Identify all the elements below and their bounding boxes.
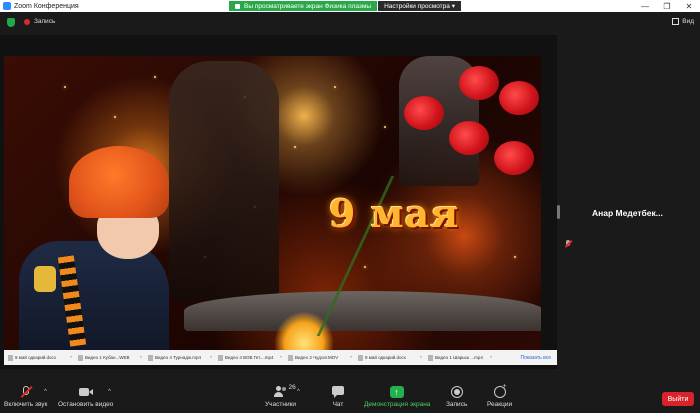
spark bbox=[64, 86, 66, 88]
stop-video-button[interactable]: Остановить видео bbox=[58, 386, 113, 408]
camera-icon bbox=[78, 386, 93, 398]
video-options-chevron-icon[interactable]: ^ bbox=[108, 389, 111, 395]
grid-view-icon bbox=[672, 18, 680, 25]
meeting-toolbar: Включить звук ^ Остановить видео ^ 26 Уч… bbox=[0, 383, 700, 413]
chat-icon bbox=[331, 386, 345, 398]
jacket-badge bbox=[34, 266, 56, 292]
file-icon bbox=[288, 354, 293, 361]
security-shield-icon[interactable] bbox=[7, 18, 15, 27]
spark bbox=[114, 116, 116, 118]
share-screen-icon bbox=[235, 3, 240, 9]
view-options-button[interactable]: Настройки просмотра ▾ bbox=[378, 1, 461, 11]
share-screen-label: Демонстрация экрана bbox=[364, 401, 431, 408]
carnation bbox=[449, 121, 489, 155]
audio-options-chevron-icon[interactable]: ^ bbox=[44, 389, 47, 395]
participant-muted-icon bbox=[564, 240, 573, 248]
maximize-button[interactable]: ❐ bbox=[656, 2, 678, 11]
show-all-downloads-link[interactable]: Показать все bbox=[520, 355, 551, 361]
view-label: Вид bbox=[682, 18, 694, 25]
minimize-button[interactable]: — bbox=[634, 2, 656, 11]
share-screen-icon: ↑ bbox=[390, 386, 405, 398]
close-button[interactable]: ✕ bbox=[678, 2, 700, 11]
record-icon bbox=[450, 386, 464, 398]
reactions-icon: + bbox=[493, 383, 507, 398]
file-icon bbox=[148, 354, 153, 361]
recording-label: Запись bbox=[34, 18, 56, 25]
download-item[interactable]: Видео 2 Чудсиг.MOV ^ bbox=[288, 353, 352, 362]
reactions-label: Реакции bbox=[487, 401, 513, 408]
orange-hat bbox=[69, 146, 169, 218]
carnation bbox=[499, 81, 539, 115]
spark bbox=[384, 126, 386, 128]
download-item[interactable]: Видео 1 Кубан...WEB ^ bbox=[78, 353, 142, 362]
carnation bbox=[494, 141, 534, 175]
slide-headline: 9 мая bbox=[329, 191, 460, 236]
spark bbox=[334, 86, 336, 88]
file-icon bbox=[428, 354, 433, 361]
child-figure bbox=[19, 146, 169, 350]
unmute-button[interactable]: Включить звук bbox=[4, 385, 48, 408]
leave-meeting-button[interactable]: Выйти bbox=[662, 392, 694, 406]
spark bbox=[294, 146, 296, 148]
spark bbox=[154, 76, 156, 78]
file-icon bbox=[78, 354, 83, 361]
child-jacket bbox=[19, 241, 169, 350]
download-item[interactable]: 9 май одкарий.docx ^ bbox=[358, 353, 422, 362]
download-item[interactable]: Видео 1 Шарыш ...mp4 ^ bbox=[428, 353, 492, 362]
carnation bbox=[459, 66, 499, 100]
participants-chevron-icon[interactable]: ^ bbox=[297, 389, 300, 395]
chat-label: Чат bbox=[332, 401, 344, 408]
share-screen-button[interactable]: ↑ Демонстрация экрана bbox=[364, 386, 430, 408]
record-dot-icon bbox=[24, 18, 30, 25]
red-carnations bbox=[404, 66, 539, 186]
viewing-share-indicator: Вы просматриваете экран Физика плазмы bbox=[229, 1, 378, 11]
carnation bbox=[404, 96, 444, 130]
mic-muted-icon bbox=[19, 385, 33, 398]
participant-name: Анар Медетбек... bbox=[592, 208, 663, 218]
panel-resize-handle[interactable] bbox=[557, 205, 560, 219]
participants-icon: 26 bbox=[273, 384, 296, 398]
viewing-share-text: Вы просматриваете экран Физика плазмы bbox=[244, 2, 372, 10]
participants-button[interactable]: 26 Участники bbox=[265, 384, 297, 408]
stop-video-label: Остановить видео bbox=[58, 401, 114, 408]
share-banner: Вы просматриваете экран Физика плазмы На… bbox=[229, 1, 461, 11]
view-button[interactable]: Вид bbox=[672, 18, 694, 25]
file-icon bbox=[218, 354, 223, 361]
file-icon bbox=[8, 354, 13, 361]
shared-download-bar: 9 май одкарий.docx ^ Видео 1 Кубан...WEB ^… bbox=[4, 350, 557, 365]
soldier-statue bbox=[169, 61, 279, 301]
record-button[interactable]: Запись bbox=[446, 386, 467, 408]
download-item[interactable]: Видео 4 Турнадж.mp4 ^ bbox=[148, 353, 212, 362]
recording-indicator[interactable]: Запись bbox=[24, 18, 55, 25]
file-icon bbox=[358, 354, 363, 361]
shared-slide-image: 9 мая bbox=[4, 56, 541, 350]
zoom-app-icon bbox=[3, 2, 11, 10]
participants-count: 26 bbox=[288, 384, 296, 391]
unmute-label: Включить звук bbox=[4, 401, 48, 408]
participants-label: Участники bbox=[265, 401, 297, 408]
meeting-topbar: Запись Вид bbox=[0, 12, 700, 34]
download-item[interactable]: 9 май одкарий.docx ^ bbox=[8, 353, 72, 362]
chat-button[interactable]: Чат bbox=[331, 386, 345, 408]
download-item[interactable]: Видео 4 ВОВ Гет....mp4 ^ bbox=[218, 353, 282, 362]
record-label: Запись bbox=[446, 401, 468, 408]
reactions-button[interactable]: + Реакции bbox=[487, 383, 513, 408]
spark bbox=[514, 256, 516, 258]
